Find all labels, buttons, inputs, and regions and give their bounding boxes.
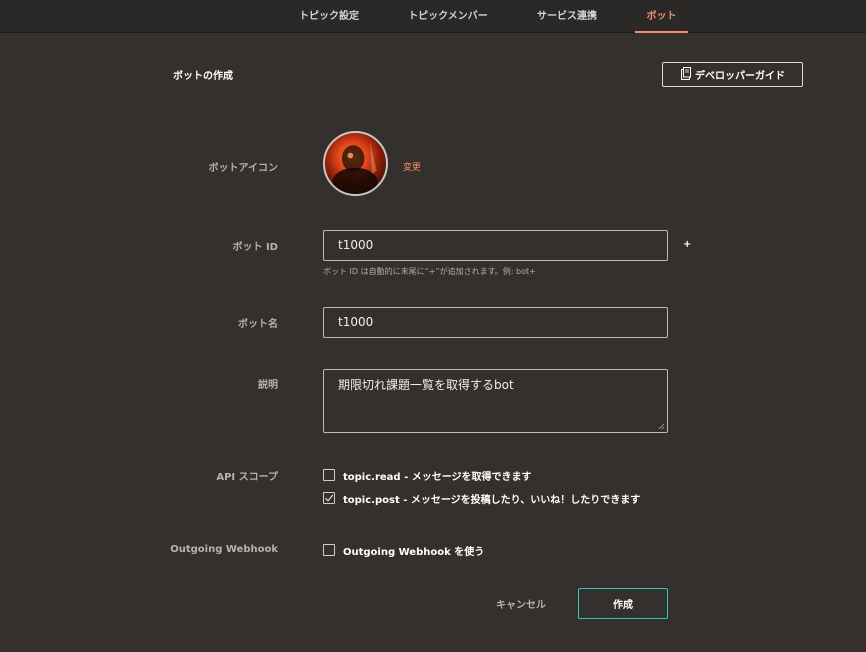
developer-guide-label: デベロッパーガイド [695, 71, 785, 82]
tab-service-integration[interactable]: サービス連携 [533, 0, 601, 33]
tab-topic-members[interactable]: トピックメンバー [405, 0, 491, 33]
scope-topic-read[interactable]: topic.read - メッセージを取得できます [323, 468, 532, 483]
scope-topic-read-label: topic.read - メッセージを取得できます [343, 471, 532, 483]
resize-grip-icon[interactable] [658, 423, 665, 430]
change-icon-link[interactable]: 変更 [403, 160, 421, 173]
page-title: ボットの作成 [173, 71, 233, 82]
bot-avatar [323, 131, 388, 196]
scope-topic-read-checkbox[interactable] [323, 469, 335, 481]
cancel-button[interactable]: キャンセル [490, 589, 552, 618]
document-icon [680, 66, 692, 83]
create-button[interactable]: 作成 [578, 588, 668, 619]
webhook-label: Outgoing Webhook [170, 544, 278, 555]
description-text: 期限切れ課題一覧を取得するbot [338, 378, 514, 392]
webhook-checkbox[interactable] [323, 544, 335, 556]
description-label: 説明 [258, 380, 278, 391]
developer-guide-button[interactable]: デベロッパーガイド [662, 62, 803, 87]
webhook-option-label: Outgoing Webhook を使う [343, 546, 485, 558]
bot-id-suffix: + [683, 239, 692, 250]
bot-name-input[interactable]: t1000 [323, 307, 668, 338]
scope-topic-post-label: topic.post - メッセージを投稿したり、いいね！したりできます [343, 494, 641, 506]
tab-bot[interactable]: ボット [635, 0, 688, 33]
description-textarea[interactable]: 期限切れ課題一覧を取得するbot [323, 369, 668, 433]
webhook-option[interactable]: Outgoing Webhook を使う [323, 543, 485, 558]
tab-topic-settings[interactable]: トピック設定 [294, 0, 364, 33]
bot-id-input[interactable]: t1000 [323, 230, 668, 261]
bot-id-hint: ボット ID は自動的に末尾に“+”が追加されます。例: bot+ [323, 267, 536, 276]
tab-bar: トピック設定 トピックメンバー サービス連携 ボット [0, 0, 866, 33]
api-scope-label: API スコープ [216, 472, 278, 483]
scope-topic-post[interactable]: topic.post - メッセージを投稿したり、いいね！したりできます [323, 491, 641, 506]
bot-name-label: ボット名 [238, 319, 278, 330]
check-icon [325, 494, 334, 502]
scope-topic-post-checkbox[interactable] [323, 492, 335, 504]
bot-icon-label: ボットアイコン [208, 163, 279, 174]
bot-id-label: ボット ID [232, 242, 278, 253]
